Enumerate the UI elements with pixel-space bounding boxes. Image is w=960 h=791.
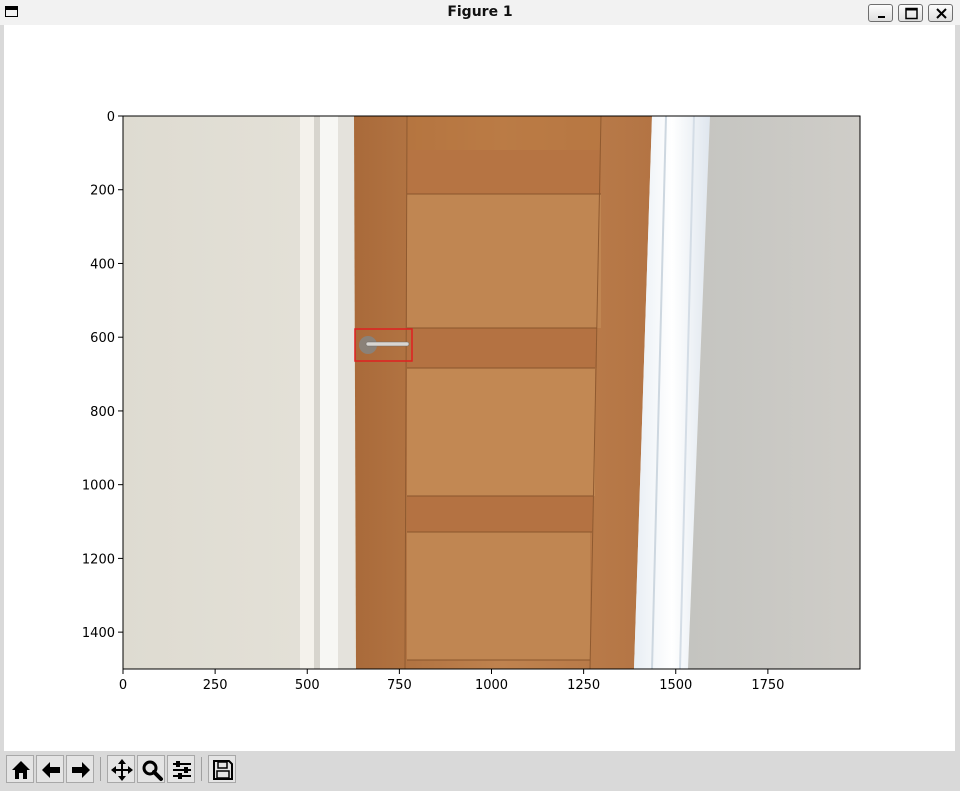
y-tick-label: 400 [90,257,115,272]
close-icon [936,8,947,19]
y-tick-label: 1200 [82,552,115,567]
home-button[interactable] [6,755,34,783]
x-tick-label: 1500 [659,678,692,693]
move-arrows-icon [111,759,133,781]
zoom-button[interactable] [137,755,165,783]
figure-canvas[interactable]: 0 250 500 750 1000 1250 1500 1750 0 200 400 600 800… [4,25,955,751]
floppy-disk-icon [213,760,233,780]
magnifier-icon [142,760,163,781]
forward-button[interactable] [66,755,94,783]
door-photo-image [123,115,860,670]
x-tick-label: 1750 [751,678,784,693]
toolbar-separator [201,757,202,781]
x-tick-label: 1250 [567,678,600,693]
window-titlebar: Figure 1 [0,0,960,25]
maximize-button[interactable] [898,4,923,22]
minimize-icon [878,16,885,18]
y-tick-label: 800 [90,405,115,420]
close-button[interactable] [928,4,953,22]
arrow-left-icon [42,762,60,778]
navigation-toolbar [0,751,960,791]
maximize-icon [905,7,918,20]
x-tick-label: 1000 [475,678,508,693]
minimize-button[interactable] [868,4,893,22]
y-tick-label: 200 [90,184,115,199]
y-tick-label: 0 [107,110,115,125]
x-tick-label: 0 [119,678,127,693]
pan-button[interactable] [107,755,135,783]
y-tick-label: 600 [90,331,115,346]
plot-area: 0 250 500 750 1000 1250 1500 1750 0 200 400 600 800… [82,110,861,693]
y-tick-label: 1400 [82,626,115,641]
back-button[interactable] [36,755,64,783]
x-tick-label: 750 [387,678,412,693]
x-axis: 0 250 500 750 1000 1250 1500 1750 [119,669,784,693]
toolbar-separator [100,757,101,781]
save-button[interactable] [208,755,236,783]
sliders-icon [173,761,191,779]
x-tick-label: 250 [203,678,228,693]
x-tick-label: 500 [295,678,320,693]
home-icon [12,761,30,779]
y-tick-label: 1000 [82,479,115,494]
configure-subplots-button[interactable] [167,755,195,783]
y-axis: 0 200 400 600 800 1000 1200 1400 [82,110,123,641]
arrow-right-icon [72,762,90,778]
window-title: Figure 1 [447,4,513,20]
